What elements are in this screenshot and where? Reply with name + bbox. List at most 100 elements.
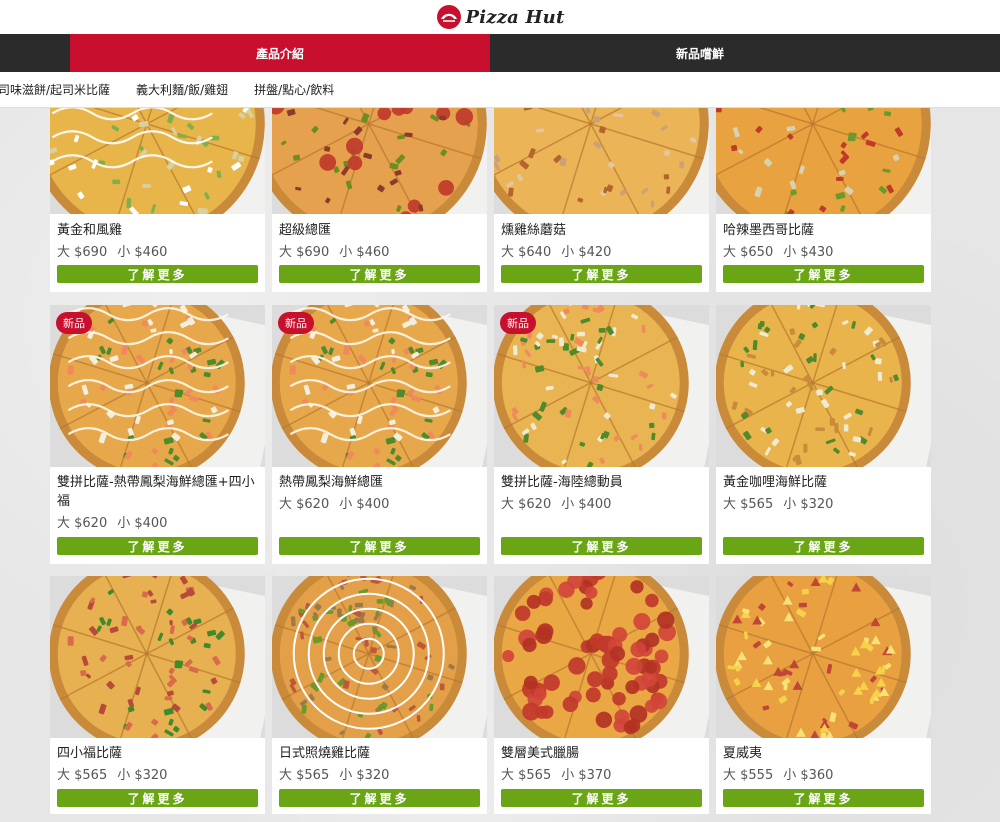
product-name: 哈辣墨西哥比薩: [723, 223, 815, 238]
product-price: 大 $690 小 $460: [57, 241, 167, 260]
price-small: 小 $400: [339, 497, 390, 512]
product-price: 大 $640 小 $420: [501, 241, 611, 260]
price-large: 大 $565: [279, 768, 330, 783]
product-price: 大 $565 小 $370: [501, 764, 611, 783]
logo-text: Pizza Hut: [465, 6, 565, 28]
nav-spacer: [0, 34, 70, 72]
product-price: 大 $620 小 $400: [501, 493, 611, 512]
product-name: 日式照燒雞比薩: [279, 746, 371, 761]
product-image[interactable]: [716, 305, 931, 467]
product-card[interactable]: 燻雞絲蘑菇大 $640 小 $420 了解更多: [494, 108, 709, 292]
product-name: 熱帶鳳梨海鮮總匯: [279, 475, 384, 490]
site-header: Pizza Hut: [0, 0, 1000, 34]
price-large: 大 $620: [279, 497, 330, 512]
price-large: 大 $565: [501, 768, 552, 783]
price-large: 大 $690: [279, 245, 330, 260]
price-large: 大 $640: [501, 245, 552, 260]
learn-more-button[interactable]: 了解更多: [501, 537, 702, 555]
pizza-hut-logo[interactable]: Pizza Hut: [436, 4, 565, 30]
pizza-photo: [50, 576, 265, 738]
learn-more-button[interactable]: 了解更多: [279, 265, 480, 283]
product-name: 超級總匯: [279, 223, 332, 238]
pizza-photo: [494, 108, 709, 214]
learn-more-button[interactable]: 了解更多: [723, 265, 924, 283]
product-price: 大 $565 小 $320: [723, 493, 833, 512]
product-card[interactable]: 超級總匯大 $690 小 $460 了解更多: [272, 108, 487, 292]
product-price: 大 $565 小 $320: [279, 764, 389, 783]
product-name: 雙層美式臘腸: [501, 746, 580, 761]
product-name: 黃金和風雞: [57, 223, 123, 238]
product-image[interactable]: [272, 576, 487, 738]
product-image[interactable]: [716, 576, 931, 738]
learn-more-button[interactable]: 了解更多: [501, 789, 702, 807]
product-name: 夏威夷: [723, 746, 763, 761]
product-card[interactable]: 雙層美式臘腸大 $565 小 $370 了解更多: [494, 576, 709, 814]
category-subnav: 司味滋餅/起司米比薩 義大利麵/飯/雞翅 拼盤/點心/飲料: [0, 72, 1000, 108]
price-small: 小 $360: [783, 768, 834, 783]
price-small: 小 $460: [117, 245, 168, 260]
product-price: 大 $565 小 $320: [57, 764, 167, 783]
learn-more-button[interactable]: 了解更多: [57, 537, 258, 555]
product-image[interactable]: [50, 108, 265, 214]
learn-more-button[interactable]: 了解更多: [501, 265, 702, 283]
new-badge: 新品: [56, 312, 92, 334]
product-price: 大 $620 小 $400: [279, 493, 389, 512]
nav-filler: [910, 34, 1000, 72]
learn-more-button[interactable]: 了解更多: [723, 789, 924, 807]
product-card[interactable]: 新品雙拼比薩-熱帶鳳梨海鮮總匯+四小福大 $620 小 $400 了解更多: [50, 305, 265, 564]
price-large: 大 $620: [57, 516, 108, 531]
product-card[interactable]: 夏威夷大 $555 小 $360 了解更多: [716, 576, 931, 814]
price-small: 小 $460: [339, 245, 390, 260]
subnav-item-platters-snacks-drinks[interactable]: 拼盤/點心/飲料: [254, 81, 334, 98]
tab-products[interactable]: 產品介紹: [70, 34, 490, 72]
price-large: 大 $565: [57, 768, 108, 783]
product-price: 大 $555 小 $360: [723, 764, 833, 783]
product-name: 雙拼比薩-海陸總動員: [501, 475, 623, 490]
product-image[interactable]: [494, 108, 709, 214]
pizza-photo: [716, 576, 931, 738]
learn-more-button[interactable]: 了解更多: [57, 789, 258, 807]
product-image[interactable]: [50, 576, 265, 738]
product-name: 雙拼比薩-熱帶鳳梨海鮮總匯+四小福: [57, 475, 255, 509]
price-large: 大 $690: [57, 245, 108, 260]
subnav-item-pasta-rice-wings[interactable]: 義大利麵/飯/雞翅: [136, 81, 228, 98]
tab-new-items[interactable]: 新品嚐鮮: [490, 34, 910, 72]
pizza-photo: [272, 108, 487, 214]
price-small: 小 $370: [561, 768, 612, 783]
learn-more-button[interactable]: 了解更多: [279, 537, 480, 555]
price-small: 小 $400: [117, 516, 168, 531]
product-card[interactable]: 新品雙拼比薩-海陸總動員大 $620 小 $400 了解更多: [494, 305, 709, 564]
product-price: 大 $690 小 $460: [279, 241, 389, 260]
learn-more-button[interactable]: 了解更多: [279, 789, 480, 807]
product-card[interactable]: 哈辣墨西哥比薩大 $650 小 $430 了解更多: [716, 108, 931, 292]
price-large: 大 $620: [501, 497, 552, 512]
price-large: 大 $650: [723, 245, 774, 260]
product-grid: 黃金和風雞大 $690 小 $460 了解更多 超級總匯大 $690 小 $460 了解…: [0, 108, 1000, 822]
subnav-item-cheese-crust[interactable]: 司味滋餅/起司米比薩: [0, 81, 110, 98]
product-card[interactable]: 黃金和風雞大 $690 小 $460 了解更多: [50, 108, 265, 292]
product-card[interactable]: 黃金咖哩海鮮比薩大 $565 小 $320 了解更多: [716, 305, 931, 564]
price-large: 大 $555: [723, 768, 774, 783]
product-image[interactable]: [716, 108, 931, 214]
price-small: 小 $320: [339, 768, 390, 783]
price-small: 小 $320: [783, 497, 834, 512]
product-price: 大 $650 小 $430: [723, 241, 833, 260]
product-card[interactable]: 四小福比薩大 $565 小 $320 了解更多: [50, 576, 265, 814]
product-image[interactable]: [494, 576, 709, 738]
new-badge: 新品: [500, 312, 536, 334]
main-nav: 產品介紹 新品嚐鮮: [0, 34, 1000, 72]
price-small: 小 $320: [117, 768, 168, 783]
pizza-photo: [716, 305, 931, 467]
learn-more-button[interactable]: 了解更多: [57, 265, 258, 283]
pizza-photo: [716, 108, 931, 214]
product-card[interactable]: 日式照燒雞比薩大 $565 小 $320 了解更多: [272, 576, 487, 814]
price-small: 小 $420: [561, 245, 612, 260]
pizza-hut-roof-icon: [436, 5, 461, 29]
learn-more-button[interactable]: 了解更多: [723, 537, 924, 555]
product-image[interactable]: [272, 108, 487, 214]
price-small: 小 $430: [783, 245, 834, 260]
product-price: 大 $620 小 $400: [57, 512, 167, 531]
pizza-photo: [272, 576, 487, 738]
pizza-photo: [50, 108, 265, 214]
product-card[interactable]: 新品 熱帶鳳梨海鮮總匯大 $620 小 $400 了解更多: [272, 305, 487, 564]
